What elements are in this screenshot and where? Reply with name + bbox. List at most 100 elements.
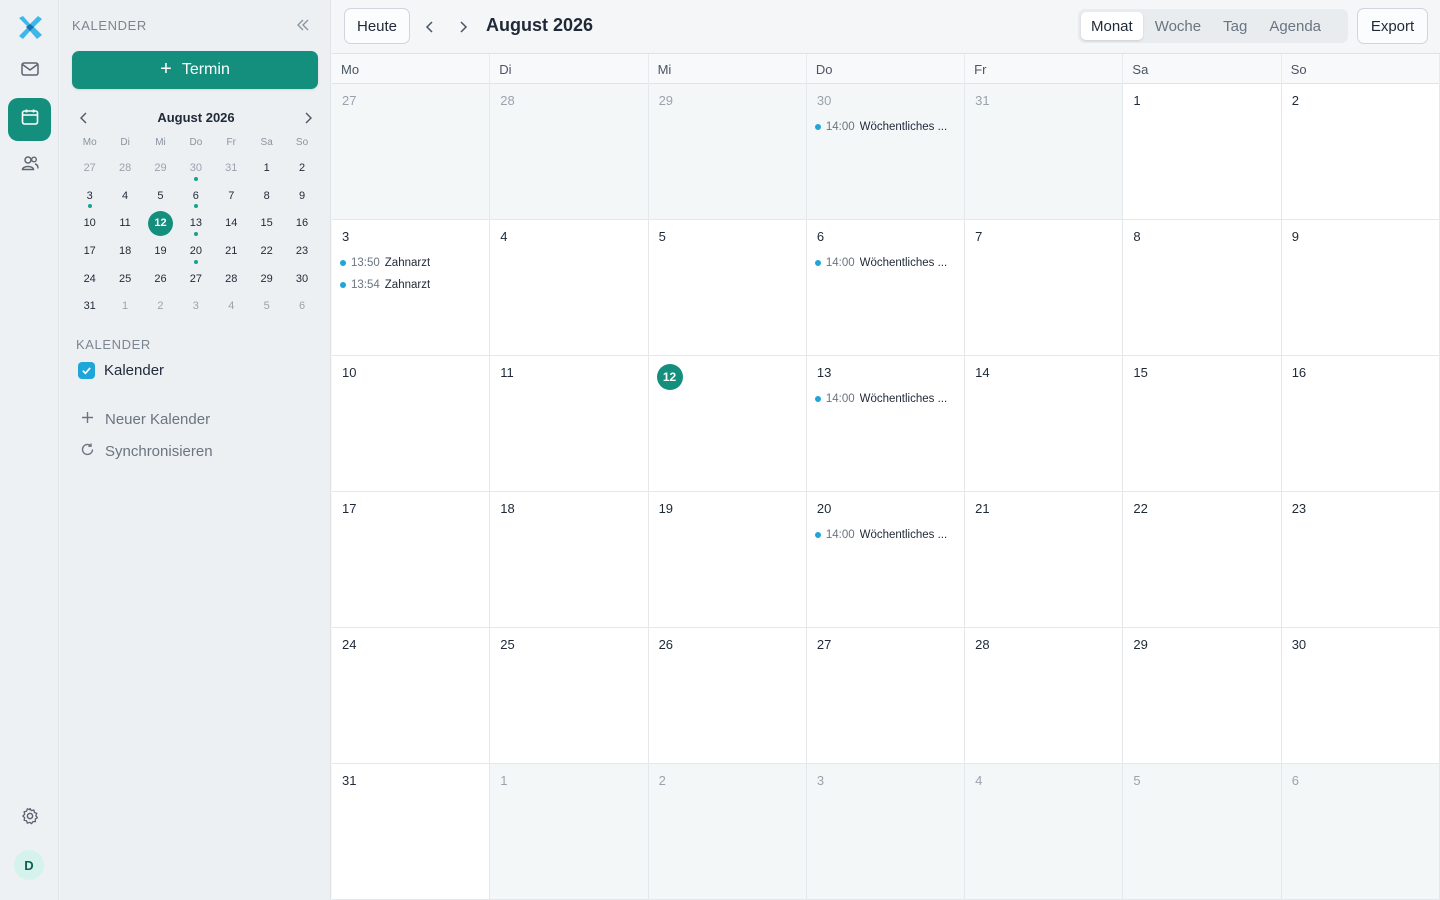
mini-day[interactable]: 29 [249,265,284,293]
mini-day[interactable]: 22 [249,237,284,265]
day-cell[interactable]: 15 [1123,356,1282,492]
mini-day[interactable]: 26 [143,265,178,293]
mini-day[interactable]: 25 [107,265,142,293]
new-calendar-link[interactable]: Neuer Kalender [80,410,210,429]
day-cell[interactable]: 16 [1281,356,1440,492]
today-button[interactable]: Heute [344,8,410,44]
event-item[interactable]: 14:00 Wöchentliches ... [814,252,956,274]
new-event-button[interactable]: + Termin [72,51,318,89]
mini-day[interactable]: 10 [72,209,107,237]
day-cell[interactable]: 31 [965,84,1124,220]
logo-icon[interactable] [15,14,45,42]
day-cell[interactable]: 5 [648,220,807,356]
event-item[interactable]: 14:00 Wöchentliches ... [814,524,956,546]
day-cell[interactable]: 6 14:00 Wöchentliches ... [806,220,966,356]
day-cell[interactable]: 20 14:00 Wöchentliches ... [806,492,966,628]
view-tab-woche[interactable]: Woche [1145,12,1211,40]
rail-settings-button[interactable] [8,797,51,840]
mini-day[interactable]: 19 [143,237,178,265]
mini-day[interactable]: 5 [249,292,284,320]
export-button[interactable]: Export [1357,8,1428,44]
mini-day[interactable]: 12 [143,209,178,237]
mini-day[interactable]: 6 [178,182,213,210]
day-cell[interactable]: 17 [332,492,491,628]
mini-day[interactable]: 30 [178,154,213,182]
mini-day[interactable]: 28 [107,154,142,182]
day-cell[interactable]: 2 [648,764,807,900]
rail-contacts-button[interactable] [8,144,51,187]
view-tab-agenda[interactable]: Agenda [1259,12,1331,40]
mini-day[interactable]: 1 [107,292,142,320]
day-cell[interactable]: 2 [1281,84,1440,220]
mini-day[interactable]: 6 [284,292,319,320]
mini-day[interactable]: 2 [284,154,319,182]
collapse-sidebar-icon[interactable] [295,17,311,33]
day-cell[interactable]: 4 [965,764,1124,900]
event-item[interactable]: 13:50 Zahnarzt [340,252,481,274]
day-cell[interactable]: 6 [1281,764,1440,900]
mini-day[interactable]: 3 [178,292,213,320]
mini-day[interactable]: 4 [214,292,249,320]
mini-day[interactable]: 23 [284,237,319,265]
mini-day[interactable]: 7 [214,182,249,210]
day-cell[interactable]: 13 14:00 Wöchentliches ... [806,356,966,492]
next-month-icon[interactable] [455,19,471,35]
mini-day[interactable]: 29 [143,154,178,182]
day-cell[interactable]: 5 [1123,764,1282,900]
day-cell[interactable]: 21 [965,492,1124,628]
day-cell[interactable]: 1 [1123,84,1282,220]
rail-mail-button[interactable] [8,50,51,93]
day-cell[interactable]: 14 [965,356,1124,492]
day-cell[interactable]: 4 [490,220,649,356]
event-item[interactable]: 14:00 Wöchentliches ... [814,388,956,410]
day-cell[interactable]: 9 [1281,220,1440,356]
mini-day[interactable]: 4 [107,182,142,210]
day-cell[interactable]: 31 [332,764,491,900]
mini-day[interactable]: 27 [178,265,213,293]
mini-day[interactable]: 28 [214,265,249,293]
day-cell[interactable]: 27 [332,84,491,220]
mini-day[interactable]: 24 [72,265,107,293]
mini-day[interactable]: 1 [249,154,284,182]
prev-month-icon[interactable] [422,19,438,35]
day-cell[interactable]: 12 [648,356,807,492]
rail-calendar-button[interactable] [8,98,51,141]
mini-next-month-icon[interactable] [300,110,316,126]
avatar[interactable]: D [14,850,44,880]
day-cell[interactable]: 19 [648,492,807,628]
mini-day[interactable]: 20 [178,237,213,265]
calendar-checkbox[interactable] [78,362,95,379]
day-cell[interactable]: 3 13:50 Zahnarzt 13:54 Zahnarzt [332,220,491,356]
view-tab-tag[interactable]: Tag [1213,12,1257,40]
day-cell[interactable]: 3 [806,764,966,900]
mini-day[interactable]: 21 [214,237,249,265]
mini-day[interactable]: 2 [143,292,178,320]
mini-day[interactable]: 3 [72,182,107,210]
day-cell[interactable]: 18 [490,492,649,628]
mini-day[interactable]: 18 [107,237,142,265]
mini-day[interactable]: 27 [72,154,107,182]
mini-day[interactable]: 31 [214,154,249,182]
day-cell[interactable]: 26 [648,628,807,764]
day-cell[interactable]: 1 [490,764,649,900]
day-cell[interactable]: 27 [806,628,966,764]
calendar-item[interactable]: Kalender [78,362,164,379]
day-cell[interactable]: 30 14:00 Wöchentliches ... [806,84,966,220]
sync-link[interactable]: Synchronisieren [80,442,213,461]
view-tab-monat[interactable]: Monat [1081,12,1143,40]
day-cell[interactable]: 22 [1123,492,1282,628]
mini-day[interactable]: 13 [178,209,213,237]
day-cell[interactable]: 10 [332,356,491,492]
day-cell[interactable]: 8 [1123,220,1282,356]
mini-day[interactable]: 16 [284,209,319,237]
mini-day[interactable]: 5 [143,182,178,210]
mini-day[interactable]: 11 [107,209,142,237]
day-cell[interactable]: 24 [332,628,491,764]
mini-day[interactable]: 9 [284,182,319,210]
mini-day[interactable]: 15 [249,209,284,237]
day-cell[interactable]: 7 [965,220,1124,356]
mini-day[interactable]: 17 [72,237,107,265]
day-cell[interactable]: 29 [1123,628,1282,764]
day-cell[interactable]: 30 [1281,628,1440,764]
day-cell[interactable]: 23 [1281,492,1440,628]
